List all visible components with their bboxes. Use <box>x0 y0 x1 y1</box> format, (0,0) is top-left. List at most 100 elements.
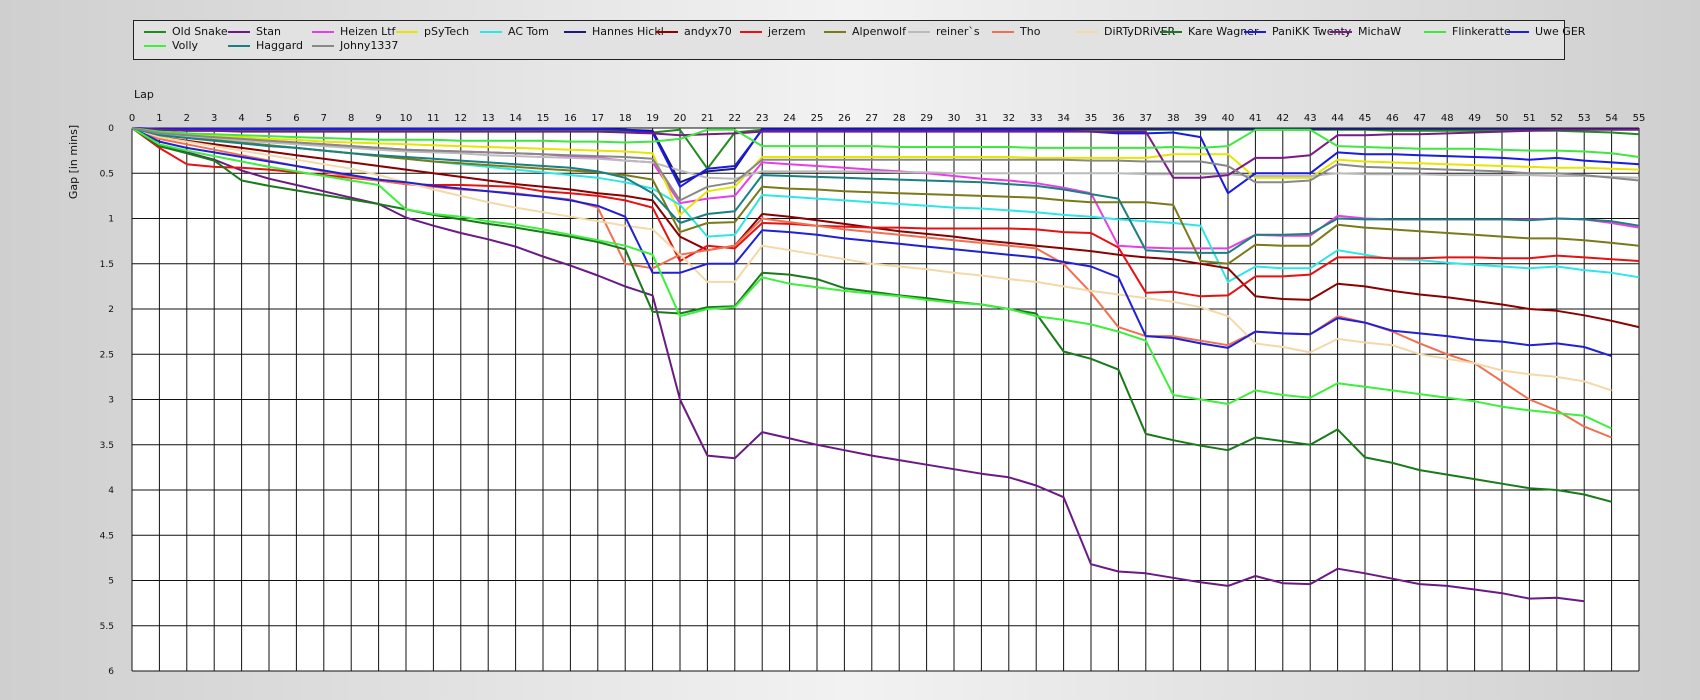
legend-label: jerzem <box>768 25 806 38</box>
legend-swatch <box>1507 31 1529 33</box>
y-tick-label: 0.5 <box>100 169 114 179</box>
x-tick-label: 2 <box>184 113 190 124</box>
x-tick-label: 32 <box>1002 113 1015 124</box>
x-tick-label: 18 <box>619 113 632 124</box>
x-tick-label: 22 <box>728 113 741 124</box>
x-tick-label: 24 <box>783 113 796 124</box>
x-axis-label: Lap <box>134 88 154 101</box>
line-chart: 0 1 2 3 4 5 6 7 8 9 10 11 12 13 14 15 16 17 18 19 20 21 22 23 24… <box>67 88 1646 677</box>
x-tick-label: 26 <box>838 113 851 124</box>
y-tick-label: 1 <box>108 215 114 225</box>
x-tick-label: 3 <box>211 113 217 124</box>
y-tick-label: 4.5 <box>100 531 114 541</box>
y-tick-label: 3 <box>108 396 114 406</box>
x-tick-label: 39 <box>1194 113 1207 124</box>
legend-label: reiner`s <box>936 25 980 38</box>
legend-label: Heizen Ltf <box>340 25 396 38</box>
x-tick-label: 51 <box>1523 113 1536 124</box>
legend-label: Flinkeratte <box>1452 25 1511 38</box>
legend-label: andyx70 <box>684 25 732 38</box>
y-tick-label: 0 <box>108 124 114 134</box>
y-tick-label: 5.5 <box>100 622 114 632</box>
legend-label: Volly <box>172 39 199 52</box>
x-tick-label: 15 <box>537 113 550 124</box>
x-tick-label: 13 <box>482 113 495 124</box>
legend-swatch <box>740 31 762 33</box>
x-tick-label: 28 <box>893 113 906 124</box>
x-tick-label: 40 <box>1222 113 1235 124</box>
x-tick-label: 6 <box>293 113 299 124</box>
x-tick-label: 30 <box>948 113 961 124</box>
legend-label: Uwe GER <box>1535 25 1586 38</box>
x-tick-label: 1 <box>156 113 162 124</box>
x-tick-label: 48 <box>1441 113 1454 124</box>
x-tick-label: 33 <box>1030 113 1043 124</box>
legend: Old Snake Stan Heizen Ltf pSyTech AC Tom Hann… <box>133 20 1585 60</box>
legend-swatch <box>1244 31 1266 33</box>
x-tick-label: 19 <box>646 113 659 124</box>
x-tick-label: 25 <box>811 113 824 124</box>
x-tick-label: 20 <box>674 113 687 124</box>
y-tick-label: 3.5 <box>100 441 114 451</box>
x-tick-label: 9 <box>375 113 381 124</box>
x-tick-label: 11 <box>427 113 440 124</box>
legend-label: MichaW <box>1358 25 1402 38</box>
legend-label: AC Tom <box>508 25 549 38</box>
x-tick-label: 12 <box>454 113 467 124</box>
legend-swatch <box>824 31 846 33</box>
x-tick-label: 10 <box>400 113 413 124</box>
x-tick-label: 31 <box>975 113 988 124</box>
x-tick-label: 7 <box>321 113 327 124</box>
x-tick-label: 44 <box>1331 113 1344 124</box>
legend-swatch <box>312 31 334 33</box>
legend-swatch <box>228 31 250 33</box>
x-tick-label: 17 <box>591 113 604 124</box>
legend-swatch <box>228 45 250 47</box>
legend-label: Haggard <box>256 39 304 52</box>
x-tick-label: 36 <box>1112 113 1125 124</box>
legend-swatch <box>396 31 418 33</box>
x-tick-label: 16 <box>564 113 577 124</box>
x-tick-label: 0 <box>129 113 135 124</box>
y-tick-label: 1.5 <box>100 260 114 270</box>
y-tick-label: 4 <box>108 486 114 496</box>
x-tick-label: 4 <box>238 113 244 124</box>
legend-label: Stan <box>256 25 282 38</box>
legend-label: pSyTech <box>424 25 470 38</box>
legend-swatch <box>312 45 334 47</box>
x-tick-label: 49 <box>1468 113 1481 124</box>
x-tick-label: 55 <box>1633 113 1646 124</box>
x-tick-label: 8 <box>348 113 354 124</box>
x-tick-label: 38 <box>1167 113 1180 124</box>
legend-swatch <box>144 45 166 47</box>
legend-swatch <box>992 31 1014 33</box>
x-tick-label: 50 <box>1496 113 1509 124</box>
legend-swatch <box>656 31 678 33</box>
y-tick-label: 6 <box>108 667 114 677</box>
legend-swatch <box>144 31 166 33</box>
legend-swatch <box>480 31 502 33</box>
x-tick-label: 29 <box>920 113 933 124</box>
y-tick-label: 2 <box>108 305 114 315</box>
x-tick-label: 54 <box>1605 113 1618 124</box>
x-tick-label: 37 <box>1139 113 1152 124</box>
legend-label: Hannes Hickl <box>592 25 664 38</box>
x-tick-label: 14 <box>509 113 522 124</box>
legend-swatch <box>1330 31 1352 33</box>
y-axis-label: Gap [in mins] <box>67 125 80 199</box>
legend-swatch <box>564 31 586 33</box>
x-tick-label: 52 <box>1550 113 1563 124</box>
x-tick-label: 53 <box>1578 113 1591 124</box>
x-tick-label: 46 <box>1386 113 1399 124</box>
x-tick-label: 23 <box>756 113 769 124</box>
legend-label: Alpenwolf <box>852 25 906 38</box>
x-tick-label: 41 <box>1249 113 1262 124</box>
legend-label: Old Snake <box>172 25 228 38</box>
x-tick-label: 35 <box>1085 113 1098 124</box>
legend-swatch <box>1160 31 1182 33</box>
legend-swatch <box>908 31 930 33</box>
legend-label: Tho <box>1020 25 1041 38</box>
x-tick-label: 5 <box>266 113 272 124</box>
y-tick-label: 2.5 <box>100 350 114 360</box>
x-tick-label: 43 <box>1304 113 1317 124</box>
